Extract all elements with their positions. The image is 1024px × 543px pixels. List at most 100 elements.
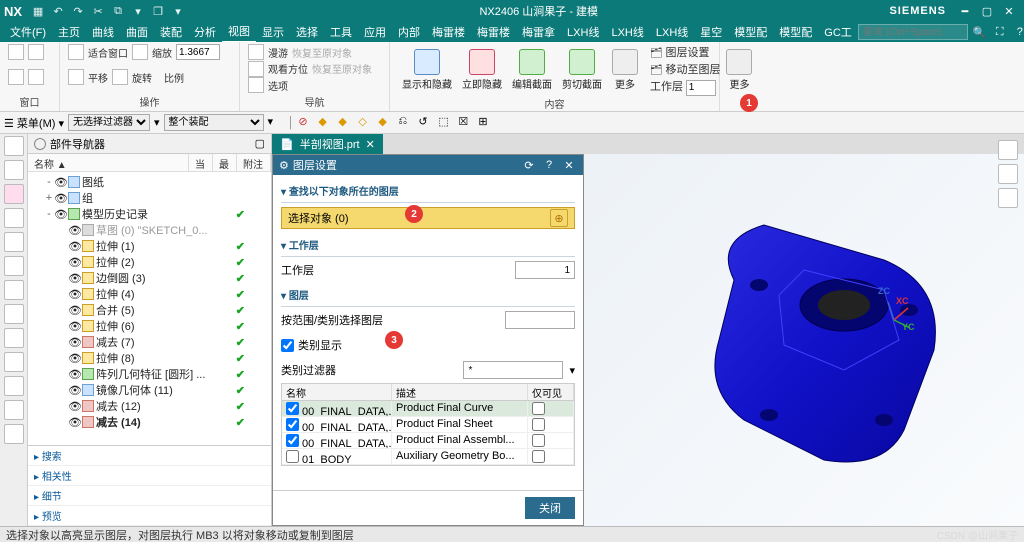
roam-icon[interactable] — [248, 44, 264, 60]
minimize-icon[interactable]: ━ — [954, 2, 976, 20]
dialog-titlebar[interactable]: ⚙ 图层设置 ⟳ ? ✕ — [273, 155, 583, 175]
nav-icon[interactable] — [4, 304, 24, 324]
copy-icon[interactable]: ⧉ — [110, 3, 126, 19]
filter-tool-icon[interactable]: ⊘ — [298, 115, 314, 131]
switch-icon[interactable]: ▾ — [170, 3, 186, 19]
window-grid-icon[interactable] — [8, 69, 24, 85]
window-grid-icon[interactable] — [28, 69, 44, 85]
help-icon[interactable]: ? — [541, 159, 557, 171]
zoom-icon[interactable] — [132, 44, 148, 60]
filter-tool-icon[interactable]: ☒ — [458, 115, 474, 131]
filter-tool-icon[interactable]: ◇ — [358, 115, 374, 131]
menu-lxh3[interactable]: LXH线 — [650, 22, 694, 42]
fullscreen-icon[interactable]: ⛶ — [992, 26, 1008, 39]
nav-icon[interactable] — [4, 328, 24, 348]
window-icon[interactable]: ❐ — [150, 3, 166, 19]
menu-assembly[interactable]: 装配 — [154, 22, 188, 42]
edit-section-button[interactable]: 编辑截面 — [508, 47, 556, 93]
nav-icon[interactable] — [4, 352, 24, 372]
menu-ext2[interactable]: 梅雷楼 — [471, 22, 516, 42]
tree-item[interactable]: 👁减去 (14)✔ — [30, 414, 269, 430]
menu-view[interactable]: 视图 — [222, 21, 256, 43]
right-tool-icon[interactable] — [998, 140, 1018, 160]
nav-icon[interactable] — [4, 424, 24, 444]
tree-item[interactable]: 👁阵列几何特征 [圆形] ...✔ — [30, 366, 269, 382]
tree-item[interactable]: 👁拉伸 (4)✔ — [30, 286, 269, 302]
tree-item[interactable]: -👁图纸 — [30, 174, 269, 190]
nav-icon[interactable] — [4, 256, 24, 276]
tree-item[interactable]: 👁减去 (12)✔ — [30, 398, 269, 414]
th-visible[interactable]: 仅可见 — [528, 384, 574, 400]
section-work-layer[interactable]: 工作层 — [281, 233, 575, 257]
filter-tool-icon[interactable]: ◆ — [338, 115, 354, 131]
window-grid-icon[interactable] — [28, 44, 44, 60]
section-layers[interactable]: 图层 — [281, 283, 575, 307]
cut-icon[interactable]: ✂ — [90, 3, 106, 19]
tree-item[interactable]: 👁拉伸 (8)✔ — [30, 350, 269, 366]
menu-model2[interactable]: 模型配 — [773, 22, 818, 42]
gear-icon[interactable] — [34, 138, 46, 150]
close-icon[interactable]: ✕ — [561, 159, 577, 172]
filter-tool-icon[interactable]: ⎌ — [398, 115, 414, 131]
menu-home[interactable]: 主页 — [52, 22, 86, 42]
tree-item[interactable]: 👁减去 (7)✔ — [30, 334, 269, 350]
filter-tool-icon[interactable]: ⬚ — [438, 115, 454, 131]
table-row[interactable]: 00_FINAL_DATA,...Product Final Sheet — [282, 417, 574, 433]
menu-display[interactable]: 显示 — [256, 22, 290, 42]
filter-tool-icon[interactable]: ↺ — [418, 115, 434, 131]
col-name[interactable]: 名称 ▲ — [28, 154, 189, 171]
more-button-2[interactable]: 更多 — [722, 47, 756, 93]
menu-curve[interactable]: 曲线 — [86, 22, 120, 42]
menu-select[interactable]: 选择 — [290, 22, 324, 42]
option-icon[interactable] — [248, 77, 264, 93]
nav-icon[interactable] — [4, 280, 24, 300]
menu-gc[interactable]: GC工 — [818, 22, 858, 42]
table-row[interactable]: 01_BODYAuxiliary Geometry Bo... — [282, 449, 574, 465]
menu-star[interactable]: 星空 — [694, 22, 728, 42]
save-icon[interactable]: ▦ — [30, 3, 46, 19]
menu-lxh1[interactable]: LXH线 — [561, 22, 605, 42]
filter-tool-icon[interactable]: ▾ — [268, 115, 284, 131]
scope-select[interactable]: 整个装配 — [164, 114, 264, 131]
more-button[interactable]: 更多 — [608, 47, 642, 93]
tree-item[interactable]: 👁拉伸 (2)✔ — [30, 254, 269, 270]
undo-icon[interactable]: ↶ — [50, 3, 66, 19]
fit-icon[interactable] — [68, 44, 84, 60]
document-tab[interactable]: 📄 半剖视图.prt ✕ — [272, 134, 383, 154]
pan-icon[interactable] — [68, 69, 84, 85]
tree-item[interactable]: 👁边倒圆 (3)✔ — [30, 270, 269, 286]
range-input[interactable] — [505, 311, 575, 329]
right-tool-icon[interactable] — [998, 188, 1018, 208]
menu-lxh2[interactable]: LXH线 — [605, 22, 649, 42]
menu-tools[interactable]: 工具 — [324, 22, 358, 42]
col-latest[interactable]: 最 — [213, 154, 237, 171]
tree-item[interactable]: 👁草图 (0) "SKETCH_0... — [30, 222, 269, 238]
show-hide-button[interactable]: 显示和隐藏 — [398, 47, 456, 93]
select-object-row[interactable]: 选择对象 (0) ⊕ — [281, 207, 575, 229]
immediate-hide-button[interactable]: 立即隐藏 — [458, 47, 506, 93]
zoom-input[interactable] — [176, 44, 220, 60]
nav-icon[interactable] — [4, 232, 24, 252]
close-icon[interactable]: ✕ — [998, 2, 1020, 20]
menu-model1[interactable]: 模型配 — [728, 22, 773, 42]
tree-item[interactable]: 👁合并 (5)✔ — [30, 302, 269, 318]
nav-section-dependency[interactable]: 相关性 — [28, 466, 271, 486]
restore-icon[interactable]: ▢ — [976, 2, 998, 20]
selection-filter-select[interactable]: 无选择过滤器 — [68, 114, 150, 131]
close-button[interactable]: 关闭 — [525, 497, 575, 519]
nav-icon[interactable] — [4, 400, 24, 420]
nav-icon[interactable] — [4, 160, 24, 180]
th-name[interactable]: 名称 — [282, 384, 392, 400]
right-tool-icon[interactable] — [998, 164, 1018, 184]
table-row[interactable]: 00_FINAL_DATA,...Product Final Assembl..… — [282, 433, 574, 449]
look-icon[interactable] — [248, 61, 264, 77]
nav-section-search[interactable]: 搜索 — [28, 446, 271, 466]
redo-icon[interactable]: ↷ — [70, 3, 86, 19]
menu-ext3[interactable]: 梅雷拿 — [516, 22, 561, 42]
layer-settings-link[interactable]: 🗂 图层设置 — [650, 44, 720, 60]
tree-item[interactable]: -👁模型历史记录✔ — [30, 206, 269, 222]
clip-section-button[interactable]: 剪切截面 — [558, 47, 606, 93]
work-layer-input[interactable] — [515, 261, 575, 279]
menu-dropdown[interactable]: ☰ 菜单(M) ▾ — [4, 115, 64, 131]
category-display-checkbox[interactable]: 类别显示 — [281, 337, 342, 353]
